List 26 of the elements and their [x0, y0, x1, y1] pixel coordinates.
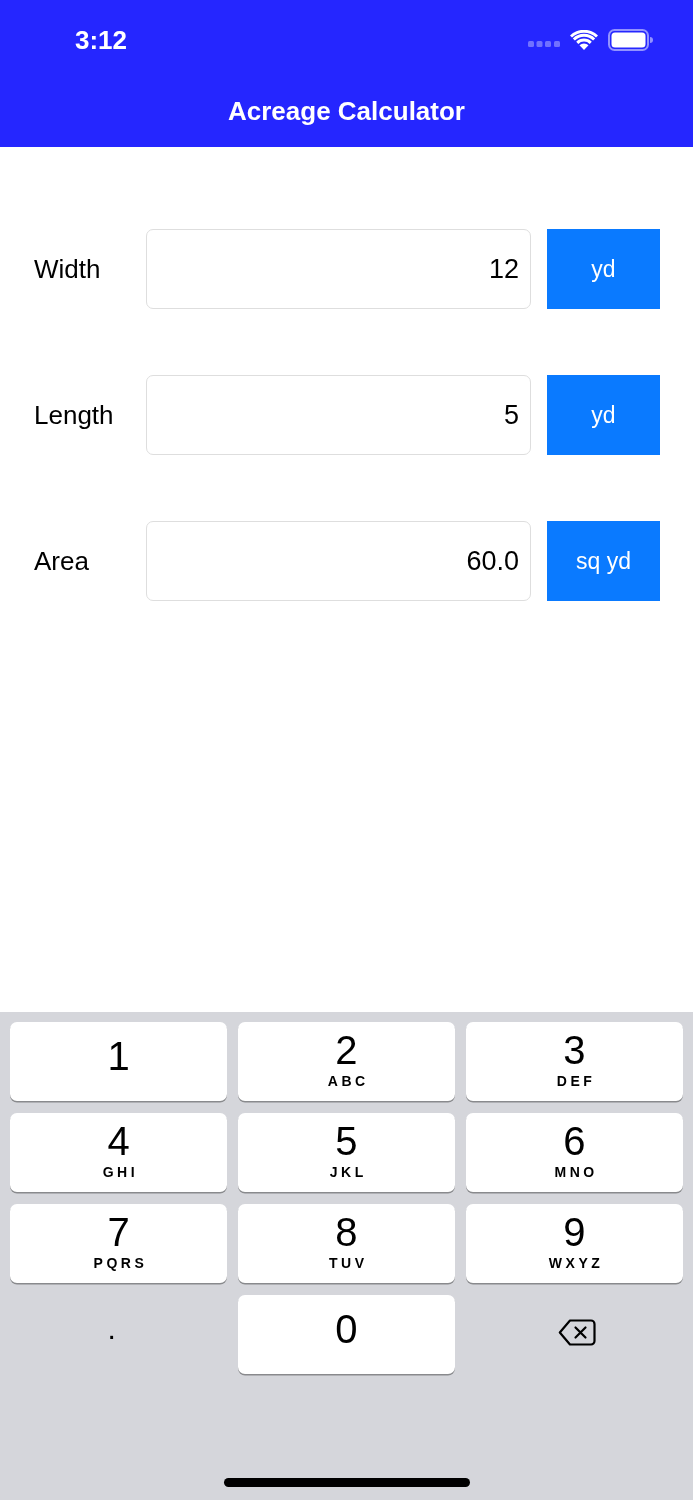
- navigation-title: Acreage Calculator: [228, 96, 465, 127]
- keypad-key[interactable]: 7 PQRS: [10, 1204, 228, 1283]
- keypad-key[interactable]: 2 ABC: [237, 1022, 456, 1101]
- keypad-key[interactable]: 0: [237, 1295, 456, 1374]
- backspace-icon[interactable]: [558, 1319, 597, 1346]
- keypad-key[interactable]: 5 JKL: [237, 1113, 456, 1192]
- signal-icon: [528, 41, 560, 47]
- field-label: Length: [34, 399, 115, 431]
- keypad-key[interactable]: 8 TUV: [237, 1204, 456, 1283]
- keypad-key[interactable]: 9 WXYZ: [465, 1204, 683, 1283]
- number-input-field[interactable]: 5: [146, 375, 531, 455]
- field-label: Width: [34, 253, 102, 285]
- decimal-key[interactable]: .: [10, 1295, 228, 1374]
- unit-button[interactable]: yd: [547, 229, 660, 309]
- status-time: 3:12: [75, 24, 128, 56]
- number-input-field[interactable]: 12: [146, 229, 531, 309]
- wifi-icon: [570, 30, 598, 50]
- unit-button[interactable]: sq yd: [547, 521, 660, 601]
- keypad-key[interactable]: 4 GHI: [10, 1113, 228, 1192]
- keypad-key[interactable]: 3 DEF: [465, 1022, 683, 1101]
- field-label: Area: [34, 545, 90, 577]
- keypad-key[interactable]: 6 MNO: [465, 1113, 683, 1192]
- battery-icon: [608, 29, 653, 51]
- unit-button[interactable]: yd: [547, 375, 660, 455]
- number-input-field[interactable]: 60.0: [146, 521, 531, 601]
- keypad-key[interactable]: 1: [10, 1022, 228, 1101]
